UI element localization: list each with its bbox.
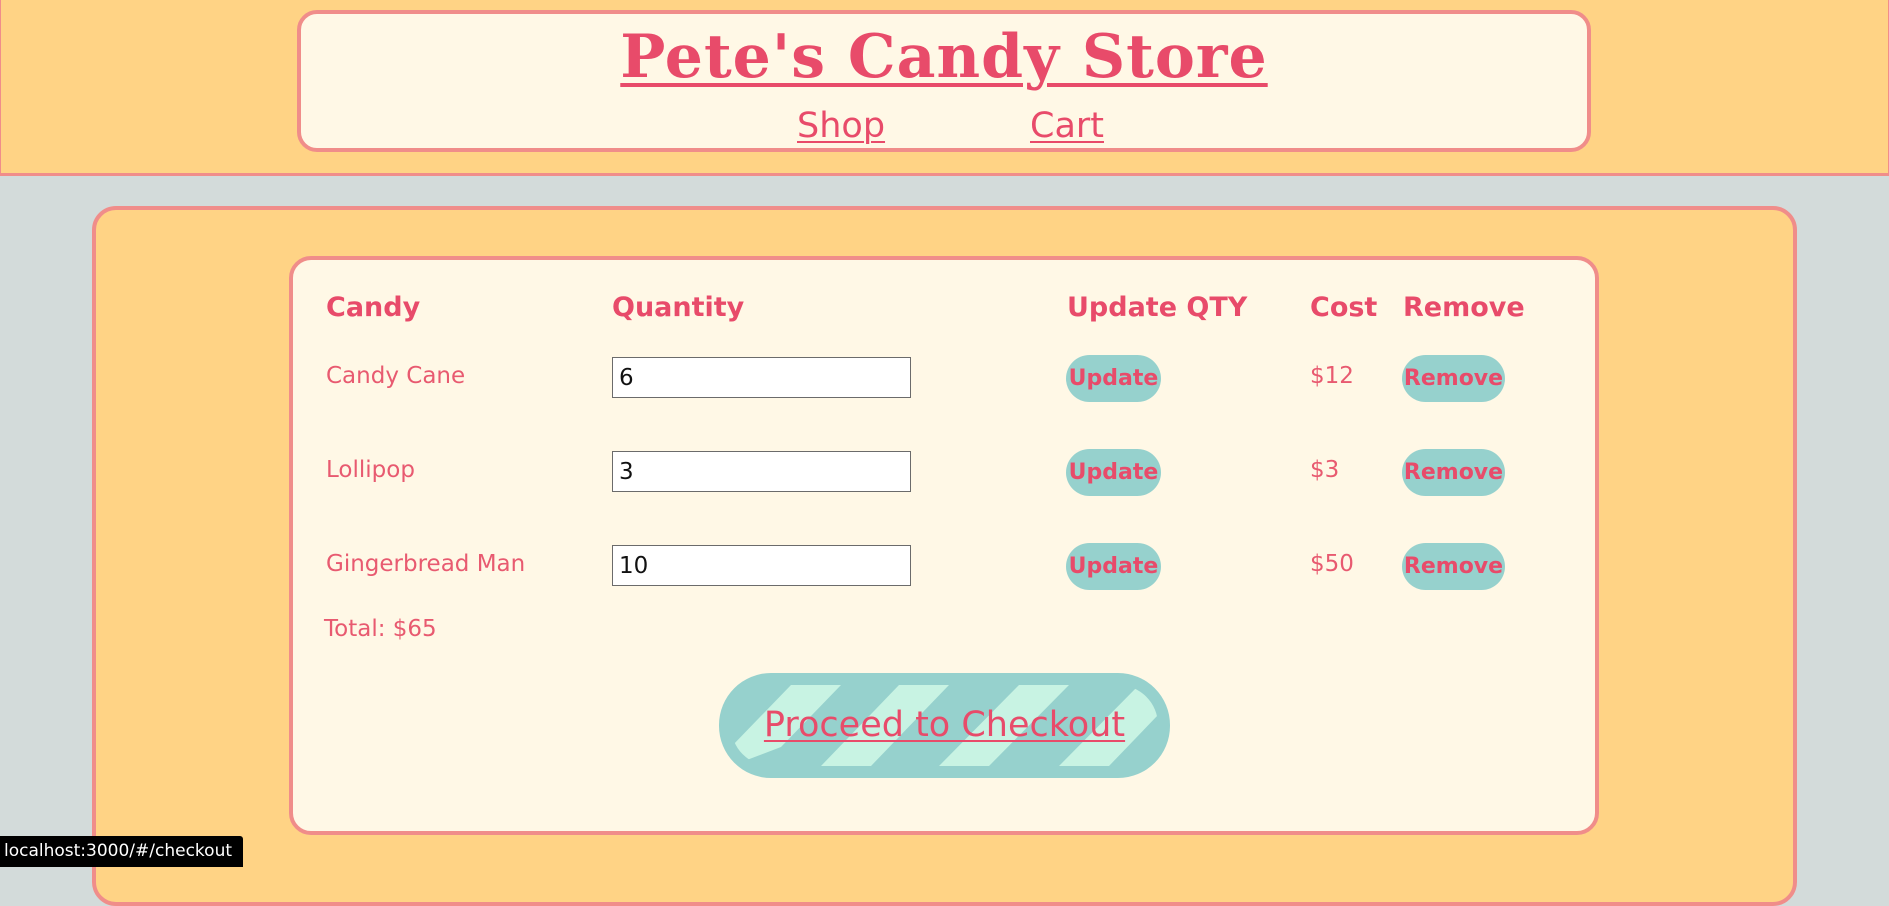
quantity-input[interactable] [612,451,911,492]
column-header-update-qty: Update QTY [1067,292,1248,323]
column-header-quantity: Quantity [612,292,745,323]
checkout-label: Proceed to Checkout [763,705,1126,745]
candy-cost: $12 [1310,363,1354,389]
remove-button[interactable]: Remove [1402,355,1505,402]
nav-shop-link[interactable]: Shop [797,106,885,146]
column-header-candy: Candy [326,292,421,323]
nav-cart-link[interactable]: Cart [1030,106,1104,146]
status-bar-url: localhost:3000/#/checkout [0,836,244,867]
store-title-link[interactable]: Pete's Candy Store [301,22,1587,92]
update-button[interactable]: Update [1066,355,1161,402]
column-header-remove: Remove [1403,292,1525,323]
header-card: Pete's Candy Store Shop Cart [297,10,1591,152]
quantity-input[interactable] [612,545,911,586]
candy-name: Lollipop [326,457,415,483]
update-button[interactable]: Update [1066,543,1161,590]
candy-name: Candy Cane [326,363,466,389]
remove-button[interactable]: Remove [1402,543,1505,590]
column-header-cost: Cost [1310,292,1378,323]
candy-name: Gingerbread Man [326,551,526,577]
quantity-input[interactable] [612,357,911,398]
remove-button[interactable]: Remove [1402,449,1505,496]
update-button[interactable]: Update [1066,449,1161,496]
candy-cost: $3 [1310,457,1340,483]
candy-cost: $50 [1310,551,1354,577]
site-header: Pete's Candy Store Shop Cart [0,0,1889,176]
proceed-to-checkout-button[interactable]: Proceed to Checkout [719,673,1170,778]
cart-total: Total: $65 [324,616,437,642]
